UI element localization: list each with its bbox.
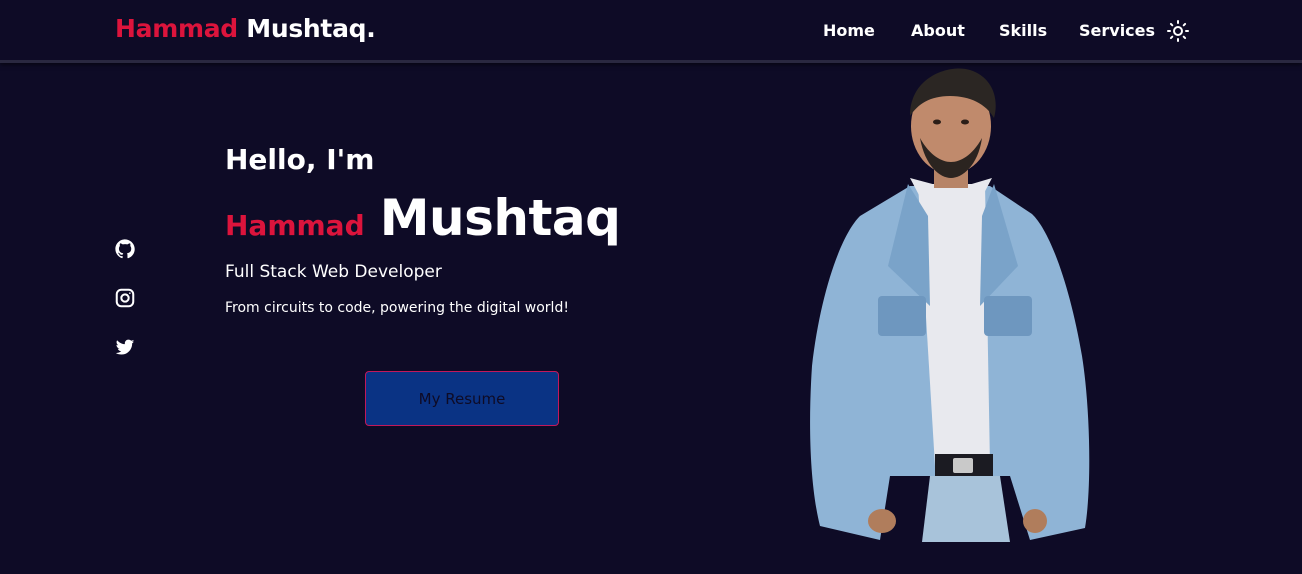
nav-link-skills[interactable]: Skills — [999, 21, 1047, 40]
brand-first-name: Hammad — [115, 14, 238, 43]
hero-greeting: Hello, I'm — [225, 143, 375, 176]
github-icon — [115, 239, 135, 259]
theme-toggle-button[interactable] — [1166, 19, 1190, 43]
profile-photo — [810, 68, 1090, 542]
hero-name: Hammad Mushtaq — [225, 193, 621, 243]
github-link[interactable] — [114, 238, 136, 260]
sun-icon — [1167, 20, 1189, 42]
hero-role: Full Stack Web Developer — [225, 262, 442, 282]
twitter-link[interactable] — [114, 336, 136, 358]
instagram-link[interactable] — [114, 287, 136, 309]
brand-last-name: Mushtaq. — [246, 14, 376, 43]
hero-first-name: Hammad — [225, 209, 365, 242]
instagram-icon — [115, 288, 135, 308]
hero-tagline: From circuits to code, powering the digi… — [225, 300, 569, 316]
hero-last-name: Mushtaq — [379, 189, 621, 247]
navbar: Hammad Mushtaq. Home About Skills Servic… — [0, 0, 1302, 63]
page: Hammad Mushtaq. Home About Skills Servic… — [0, 0, 1302, 574]
twitter-icon — [115, 339, 135, 355]
nav-link-services[interactable]: Services — [1079, 21, 1155, 40]
resume-button[interactable]: My Resume — [365, 371, 559, 426]
brand-logo[interactable]: Hammad Mushtaq. — [115, 14, 376, 43]
nav-link-about[interactable]: About — [911, 21, 965, 40]
nav-link-home[interactable]: Home — [823, 21, 875, 40]
